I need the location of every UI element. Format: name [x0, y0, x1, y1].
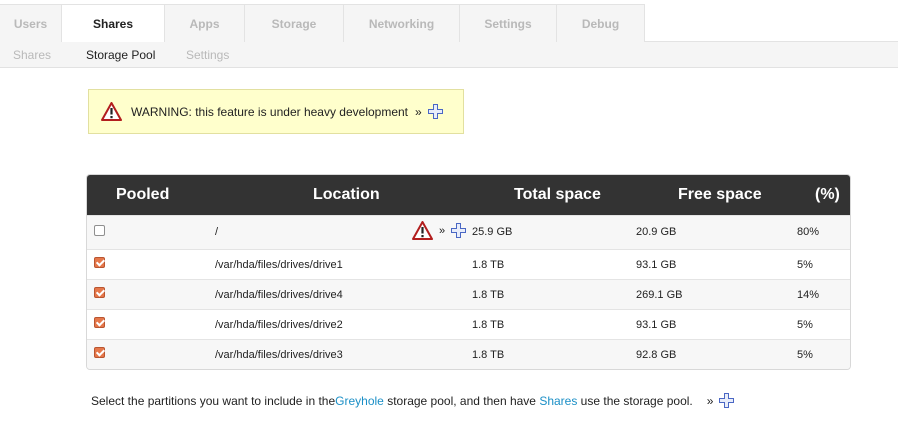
header-free-space: Free space	[678, 186, 762, 203]
more-indicator: »	[415, 104, 422, 119]
percent-cell: 5%	[797, 319, 813, 331]
header-percent: (%)	[815, 186, 840, 203]
table-row: /var/hda/files/drives/drive1 1.8 TB 93.1…	[87, 249, 850, 279]
pooled-checkbox[interactable]	[94, 317, 105, 328]
pooled-checkbox[interactable]	[94, 347, 105, 358]
percent-cell: 5%	[797, 259, 813, 271]
table-row: /var/hda/files/drives/drive2 1.8 TB 93.1…	[87, 309, 850, 339]
location-cell: /	[215, 226, 219, 238]
help-text-pre: Select the partitions you want to includ…	[91, 393, 336, 408]
more-indicator: »	[439, 224, 446, 237]
free-space-cell: 20.9 GB	[636, 226, 677, 238]
free-space-cell: 269.1 GB	[636, 289, 683, 301]
subnav-item-settings[interactable]: Settings	[186, 48, 229, 62]
percent-cell: 14%	[797, 289, 820, 301]
tab-debug[interactable]: Debug	[557, 4, 645, 42]
expand-plus-icon[interactable]	[427, 104, 443, 119]
total-space-cell: 1.8 TB	[472, 289, 505, 301]
percent-cell: 5%	[797, 349, 813, 361]
warning-icon	[101, 102, 122, 121]
total-space-cell: 1.8 TB	[472, 259, 505, 271]
location-cell: /var/hda/files/drives/drive4	[215, 289, 343, 301]
tab-shares[interactable]: Shares	[62, 4, 165, 42]
warning-icon	[412, 221, 433, 240]
free-space-cell: 92.8 GB	[636, 349, 677, 361]
row-warning-group: »	[412, 221, 467, 240]
storage-pool-table: Pooled Location Total space Free space (…	[86, 174, 851, 370]
total-space-cell: 1.8 TB	[472, 319, 505, 331]
tab-settings[interactable]: Settings	[460, 4, 557, 42]
location-cell: /var/hda/files/drives/drive1	[215, 259, 343, 271]
location-cell: /var/hda/files/drives/drive3	[215, 349, 343, 361]
pooled-checkbox[interactable]	[94, 257, 105, 268]
free-space-cell: 93.1 GB	[636, 259, 677, 271]
pooled-checkbox[interactable]	[94, 225, 105, 236]
table-row: / » 25.9 GB 20.9 GB 80%	[87, 215, 850, 249]
free-space-cell: 93.1 GB	[636, 319, 677, 331]
more-indicator: »	[706, 393, 714, 408]
main-tabs: Users Shares Apps Storage Networking Set…	[0, 4, 645, 42]
tab-storage[interactable]: Storage	[245, 4, 344, 42]
tab-users[interactable]: Users	[0, 4, 62, 42]
table-row: /var/hda/files/drives/drive4 1.8 TB 269.…	[87, 279, 850, 309]
percent-cell: 80%	[797, 226, 820, 238]
subnav-item-shares[interactable]: Shares	[13, 48, 51, 62]
expand-plus-icon[interactable]	[451, 223, 467, 238]
storage-pool-help: Select the partitions you want to includ…	[91, 393, 735, 408]
tab-apps[interactable]: Apps	[165, 4, 245, 42]
header-location: Location	[313, 186, 380, 203]
table-header: Pooled Location Total space Free space (…	[87, 175, 850, 215]
subnav: Shares Storage Pool Settings	[0, 42, 898, 68]
warning-text: WARNING: this feature is under heavy dev…	[131, 104, 409, 119]
expand-plus-icon[interactable]	[719, 393, 735, 408]
header-total-space: Total space	[514, 186, 601, 203]
help-text-post: use the storage pool.	[577, 393, 693, 408]
location-cell: /var/hda/files/drives/drive2	[215, 319, 343, 331]
help-text-mid: storage pool, and then have	[383, 393, 540, 408]
tab-networking[interactable]: Networking	[344, 4, 460, 42]
subnav-item-storage-pool[interactable]: Storage Pool	[86, 48, 155, 62]
shares-link[interactable]: Shares	[539, 394, 577, 408]
pooled-checkbox[interactable]	[94, 287, 105, 298]
total-space-cell: 25.9 GB	[472, 226, 513, 238]
header-pooled: Pooled	[116, 186, 170, 203]
warning-banner: WARNING: this feature is under heavy dev…	[88, 89, 464, 134]
table-row: /var/hda/files/drives/drive3 1.8 TB 92.8…	[87, 339, 850, 369]
greyhole-link[interactable]: Greyhole	[335, 394, 384, 408]
total-space-cell: 1.8 TB	[472, 349, 505, 361]
